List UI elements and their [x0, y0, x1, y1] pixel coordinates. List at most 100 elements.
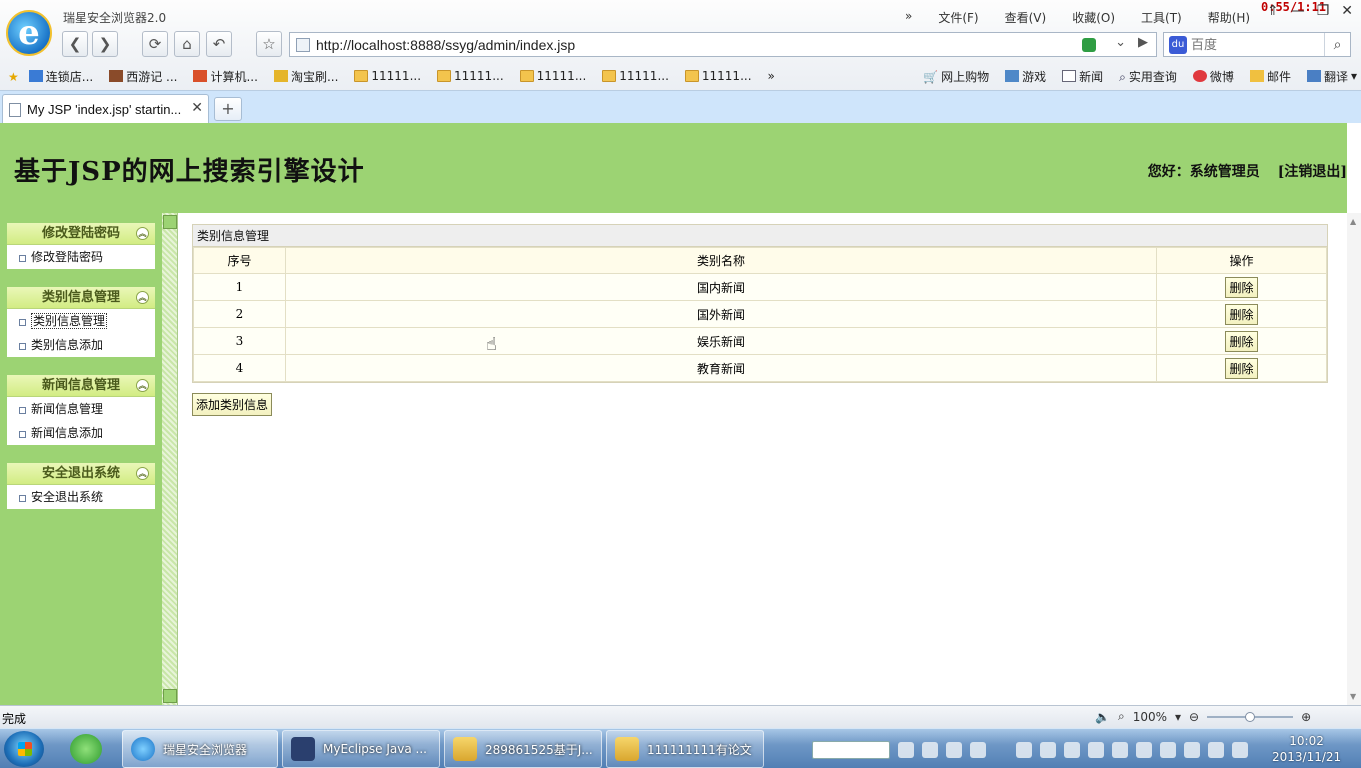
go-arrow-icon[interactable]: ▶ — [1138, 35, 1148, 50]
menu-group-header[interactable]: 类别信息管理 ︽ — [7, 287, 155, 309]
zoom-in-icon[interactable]: ⊕ — [1301, 710, 1311, 724]
zoom-icon[interactable]: ⌕ — [1118, 709, 1125, 724]
menu-favorites[interactable]: 收藏(O) — [1059, 9, 1128, 26]
app-tray-icon[interactable] — [1112, 742, 1128, 758]
address-bar[interactable]: http://localhost:8888/ssyg/admin/index.j… — [289, 32, 1157, 57]
app-tray-icon[interactable] — [1088, 742, 1104, 758]
new-tab-button[interactable]: + — [214, 97, 242, 121]
qq-icon[interactable] — [1040, 742, 1056, 758]
zoom-slider-thumb[interactable] — [1245, 711, 1256, 722]
delete-button[interactable]: 删除 — [1225, 303, 1258, 325]
zoom-dropdown-icon[interactable]: ▾ — [1175, 710, 1181, 724]
system-clock[interactable]: 10:02 2013/11/21 — [1272, 733, 1341, 765]
search-input[interactable] — [1191, 37, 1321, 52]
restore-icon[interactable]: ❐ — [1317, 3, 1330, 19]
search-icon[interactable] — [922, 742, 938, 758]
favorites-star-icon[interactable]: ★ — [8, 70, 19, 84]
sidebar-item-news-manage[interactable]: 新闻信息管理 — [7, 397, 155, 421]
frame-splitter[interactable] — [162, 213, 178, 705]
collapse-icon[interactable]: ︽ — [136, 291, 149, 304]
fav-folder-2[interactable]: 11111... — [437, 69, 504, 83]
fav-folder-5[interactable]: 11111... — [684, 69, 752, 83]
favorites-more[interactable]: » — [768, 69, 775, 83]
taskbar-item-folder-1[interactable]: 289861525基于J... — [444, 730, 602, 768]
collapse-icon[interactable]: ︽ — [136, 227, 149, 240]
delete-button[interactable]: 删除 — [1225, 330, 1258, 352]
undo-button[interactable]: ↶ — [206, 31, 232, 57]
quick-launch-icon[interactable] — [70, 734, 102, 764]
sidebar-item-change-password[interactable]: 修改登陆密码 — [7, 245, 155, 269]
menu-tools[interactable]: 工具(T) — [1128, 9, 1195, 26]
menu-help[interactable]: 帮助(H) — [1195, 9, 1263, 26]
chevron-down-icon[interactable]: ⌄ — [1115, 35, 1126, 50]
sidebar-item-category-add[interactable]: 类别信息添加 — [7, 333, 155, 357]
minimize-icon[interactable]: — — [1291, 3, 1305, 19]
sidebar-item-exit[interactable]: 安全退出系统 — [7, 485, 155, 509]
security-icon[interactable] — [1184, 742, 1200, 758]
zoom-slider[interactable] — [1207, 711, 1294, 722]
qq-icon[interactable] — [1016, 742, 1032, 758]
search-box[interactable]: du ⌕ — [1163, 32, 1351, 57]
pin-icon[interactable]: ⇑ — [1267, 3, 1279, 19]
fav-link-3[interactable]: 计算机... — [193, 68, 258, 85]
fav-link-2[interactable]: 西游记 ... — [109, 68, 177, 85]
collapse-icon[interactable]: ︽ — [136, 467, 149, 480]
delete-button[interactable]: 删除 — [1225, 357, 1258, 379]
app-tray-icon[interactable] — [946, 742, 962, 758]
menu-view[interactable]: 查看(V) — [992, 9, 1060, 26]
vertical-scrollbar[interactable]: ▲ ▼ — [1347, 213, 1361, 705]
start-button[interactable] — [4, 731, 44, 767]
menu-group-header[interactable]: 安全退出系统 ︽ — [7, 463, 155, 485]
app-tray-icon[interactable] — [1064, 742, 1080, 758]
fav-mail[interactable]: 邮件 — [1249, 68, 1291, 85]
tray-search-field[interactable] — [812, 741, 890, 759]
taskbar-item-folder-2[interactable]: 111111111有论文 — [606, 730, 764, 768]
close-icon[interactable]: ✕ — [1341, 3, 1353, 19]
splitter-toggle-top[interactable] — [163, 215, 177, 229]
tab-index-jsp[interactable]: My JSP 'index.jsp' startin... ✕ — [2, 94, 209, 124]
scroll-up-icon[interactable]: ▲ — [1350, 217, 1356, 226]
taskbar-item-browser[interactable]: 瑞星安全浏览器 — [122, 730, 278, 768]
taskbar-item-myeclipse[interactable]: MyEclipse Java ... — [282, 730, 440, 768]
menu-group-header[interactable]: 修改登陆密码 ︽ — [7, 223, 155, 245]
fav-games[interactable]: 游戏 — [1005, 68, 1046, 85]
scroll-down-icon[interactable]: ▼ — [1350, 692, 1356, 701]
keyboard-icon[interactable] — [898, 742, 914, 758]
search-icon[interactable]: ⌕ — [1324, 33, 1350, 56]
refresh-button[interactable]: ⟳ — [142, 31, 168, 57]
baidu-paw-icon[interactable]: du — [1169, 35, 1187, 54]
delete-button[interactable]: 删除 — [1225, 276, 1258, 298]
fav-link-4[interactable]: 淘宝刷... — [273, 68, 338, 85]
fav-folder-3[interactable]: 11111... — [519, 69, 586, 83]
fav-shopping[interactable]: 🛒 网上购物 — [923, 68, 989, 85]
shield-icon[interactable] — [1136, 742, 1152, 758]
volume-icon[interactable] — [1232, 742, 1248, 758]
network-icon[interactable] — [1208, 742, 1224, 758]
sidebar-item-news-add[interactable]: 新闻信息添加 — [7, 421, 155, 445]
tab-close-icon[interactable]: ✕ — [191, 99, 203, 116]
add-category-button[interactable]: 添加类别信息 — [192, 393, 273, 416]
menu-overflow[interactable]: » — [892, 9, 925, 26]
menu-file[interactable]: 文件(F) — [925, 9, 991, 26]
fav-news[interactable]: 新闻 — [1062, 68, 1103, 85]
shield-icon[interactable] — [1082, 38, 1096, 52]
forward-button[interactable]: ❯ — [92, 31, 118, 57]
fav-query[interactable]: ⌕ 实用查询 — [1119, 68, 1177, 85]
collapse-icon[interactable]: ︽ — [136, 379, 149, 392]
back-button[interactable]: ❮ — [62, 31, 88, 57]
fav-weibo[interactable]: 微博 — [1192, 68, 1234, 85]
sidebar-item-category-manage[interactable]: 类别信息管理 — [7, 309, 155, 333]
fav-translate[interactable]: 翻译 ▾ — [1306, 68, 1357, 85]
menu-group-header[interactable]: 新闻信息管理 ︽ — [7, 375, 155, 397]
home-button[interactable]: ⌂ — [174, 31, 200, 57]
speaker-icon[interactable]: 🔈 — [1095, 710, 1110, 724]
fav-folder-4[interactable]: 11111... — [602, 69, 669, 83]
logout-link[interactable]: [注销退出] — [1278, 164, 1347, 180]
qq-icon[interactable] — [970, 742, 986, 758]
fav-folder-1[interactable]: 11111... — [354, 69, 421, 83]
app-tray-icon[interactable] — [1160, 742, 1176, 758]
favorite-star-button[interactable]: ☆ — [256, 31, 282, 57]
splitter-toggle-bottom[interactable] — [163, 689, 177, 703]
zoom-out-icon[interactable]: ⊖ — [1189, 710, 1199, 724]
fav-link-1[interactable]: 连锁店... — [28, 68, 93, 85]
